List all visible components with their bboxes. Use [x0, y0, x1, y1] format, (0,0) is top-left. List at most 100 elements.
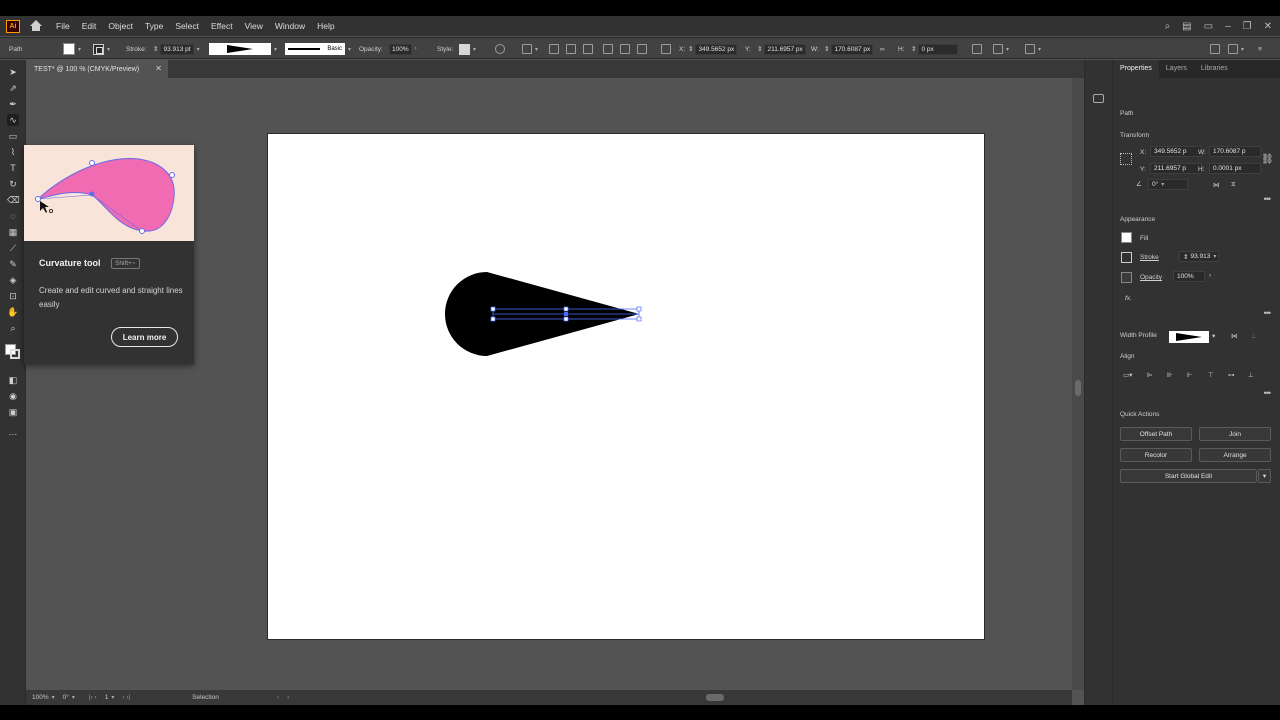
eraser-tool-icon[interactable]: ⌫ — [7, 194, 20, 206]
menu-file[interactable]: File — [56, 21, 70, 31]
opacity-field[interactable]: 100% — [1173, 271, 1205, 282]
align-center-icon[interactable]: ⊪ — [1167, 371, 1173, 379]
chevron-down-icon[interactable]: ▾ — [1213, 253, 1216, 260]
width-profile-swatch[interactable] — [1169, 331, 1209, 343]
reference-point-icon[interactable] — [661, 38, 671, 60]
y-field[interactable]: ⇕ 211.6957 px — [757, 38, 806, 60]
h-field[interactable]: ⇕ 0 px — [911, 38, 959, 60]
global-edit-options-button[interactable]: ▾ — [1258, 469, 1271, 483]
align-left-icon[interactable] — [549, 38, 559, 60]
tab-libraries[interactable]: Libraries — [1194, 60, 1235, 78]
menu-help[interactable]: Help — [317, 21, 334, 31]
more-options-icon[interactable]: ≡ — [1258, 38, 1262, 60]
tab-properties[interactable]: Properties — [1113, 60, 1159, 78]
fill-swatch[interactable] — [1121, 232, 1132, 243]
flip-vertical-icon[interactable]: ⧖ — [1231, 181, 1236, 189]
transform-x-field[interactable]: 349.5652 p — [1150, 146, 1202, 157]
more-appearance-options-icon[interactable]: ••• — [1264, 308, 1272, 318]
offset-path-button[interactable]: Offset Path — [1120, 427, 1192, 441]
curvature-tool-icon[interactable]: ∿ — [7, 114, 19, 126]
isolate-icon[interactable]: ▾ — [1025, 38, 1041, 60]
stroke-weight-field[interactable]: ⇕ 93.913 ▾ — [1179, 251, 1219, 262]
chevron-down-icon[interactable]: ▾ — [52, 694, 55, 701]
vertical-scrollbar[interactable] — [1072, 78, 1084, 690]
arrange-button[interactable]: Arrange — [1199, 448, 1271, 462]
bounding-handle[interactable] — [563, 316, 569, 322]
panel-menu-icon[interactable]: ▾ — [1228, 38, 1244, 60]
chevron-right-icon[interactable]: › — [1209, 272, 1211, 279]
drawing-mode-icon[interactable]: ◉ — [7, 390, 19, 402]
align-bottom-icon[interactable] — [637, 38, 647, 60]
artboard-tool-icon[interactable]: ⊡ — [7, 290, 19, 302]
align-top-icon[interactable] — [603, 38, 613, 60]
eyedropper-tool-icon[interactable]: ⟋ — [7, 242, 19, 254]
align-middle-icon[interactable] — [620, 38, 630, 60]
brush-definition[interactable]: Basic ▾ — [285, 38, 351, 60]
stepper-icon[interactable]: ⇕ — [153, 45, 158, 53]
menu-select[interactable]: Select — [175, 21, 199, 31]
horizontal-scroll-thumb[interactable] — [706, 694, 724, 701]
variable-width-profile[interactable]: ▾ — [209, 38, 277, 60]
transform-options-icon[interactable]: ▾ — [993, 38, 1009, 60]
menu-edit[interactable]: Edit — [82, 21, 97, 31]
chevron-down-icon[interactable]: ▾ — [1161, 181, 1164, 188]
chevron-down-icon[interactable]: ▾ — [535, 46, 538, 53]
shape-builder-tool-icon[interactable]: ✎ — [7, 258, 19, 270]
reference-point-icon[interactable] — [1120, 153, 1132, 165]
menu-type[interactable]: Type — [145, 21, 163, 31]
stepper-icon[interactable]: ⇕ — [1183, 253, 1188, 261]
chevron-down-icon[interactable]: ▾ — [1212, 332, 1215, 340]
close-tab-icon[interactable]: ✕ — [155, 64, 162, 73]
chevron-right-icon[interactable]: › — [415, 46, 417, 52]
status-arrow-icon[interactable]: › — [277, 694, 279, 701]
bounding-handle[interactable] — [490, 306, 496, 312]
arrange-icon[interactable] — [1210, 38, 1220, 60]
chevron-down-icon[interactable]: ▾ — [274, 46, 277, 53]
lasso-tool-icon[interactable]: ◌ — [7, 210, 19, 222]
chevron-down-icon[interactable]: ▾ — [1038, 46, 1041, 53]
color-mode-icon[interactable]: ◧ — [7, 374, 19, 386]
chevron-down-icon[interactable]: ▾ — [78, 46, 81, 53]
transform-h-field[interactable]: 0.0001 px — [1209, 163, 1261, 174]
x-field[interactable]: ⇕ 349.5652 px — [688, 38, 738, 60]
flip-across-icon[interactable]: ⊥ — [1251, 332, 1257, 340]
type-tool-icon[interactable]: T — [7, 162, 19, 174]
first-artboard-icon[interactable]: |‹ ‹ — [89, 694, 97, 701]
graphic-style-swatch[interactable]: ▾ — [459, 38, 476, 60]
selection-tool-icon[interactable]: ➤ — [7, 66, 19, 78]
w-field[interactable]: ⇕ 170.6087 px — [824, 38, 874, 60]
workspace-icon[interactable]: ▭ — [1204, 21, 1213, 32]
align-center-icon[interactable] — [566, 38, 576, 60]
screen-mode-icon[interactable]: ▣ — [7, 406, 19, 418]
perspective-tool-icon[interactable]: ◈ — [7, 274, 19, 286]
chevron-down-icon[interactable]: ▾ — [107, 46, 110, 53]
tab-layers[interactable]: Layers — [1159, 60, 1194, 78]
rotation-value[interactable]: 0° — [63, 694, 69, 701]
bounding-handle[interactable] — [636, 306, 642, 312]
recolor-icon[interactable] — [495, 38, 505, 60]
gradient-tool-icon[interactable]: ▦ — [7, 226, 19, 238]
zoom-tool-icon[interactable]: ⌕ — [7, 322, 19, 334]
minimize-icon[interactable]: – — [1225, 21, 1231, 32]
align-to-icon[interactable]: ▭▾ — [1123, 371, 1132, 379]
close-icon[interactable]: ✕ — [1264, 21, 1272, 32]
transform-icon[interactable] — [972, 38, 982, 60]
vertical-scroll-thumb[interactable] — [1075, 380, 1081, 396]
transform-w-field[interactable]: 170.6087 p — [1209, 146, 1261, 157]
opacity-label[interactable]: Opacity — [1140, 274, 1162, 281]
hand-tool-icon[interactable]: ✋ — [7, 306, 19, 318]
constrain-width-height-icon[interactable]: ⛓ — [1261, 154, 1274, 165]
menu-effect[interactable]: Effect — [211, 21, 233, 31]
bounding-handle[interactable] — [490, 316, 496, 322]
edit-toolbar-icon[interactable]: … — [7, 426, 19, 438]
home-icon[interactable] — [30, 20, 42, 32]
fill-stroke-swatch[interactable] — [5, 342, 20, 359]
rotate-tool-icon[interactable]: ↻ — [7, 178, 19, 190]
chevron-down-icon[interactable]: ▾ — [1006, 46, 1009, 53]
align-to-icon[interactable]: ▾ — [522, 38, 538, 60]
stepper-icon[interactable]: ⇕ — [757, 45, 762, 53]
align-top-icon[interactable]: ⊤ — [1208, 371, 1214, 379]
stroke-label[interactable]: Stroke — [1140, 254, 1159, 261]
restore-icon[interactable]: ❐ — [1243, 21, 1252, 32]
recolor-button[interactable]: Recolor — [1120, 448, 1192, 462]
